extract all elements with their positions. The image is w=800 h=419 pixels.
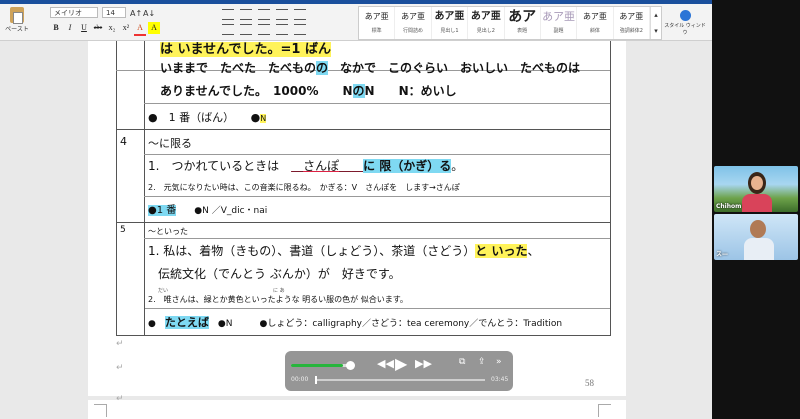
- style-subtitle[interactable]: あア亜 副題: [541, 7, 578, 39]
- avatar-body: [744, 238, 774, 260]
- styles-scroll-arrow[interactable]: ▴ ▾: [650, 7, 661, 39]
- font-color-button[interactable]: A: [134, 22, 146, 36]
- example-sentence: 伝統文化（でんとう ぶんか）が 好きです。: [158, 267, 401, 281]
- grammar-title: ～に限る: [148, 137, 192, 150]
- decrease-indent-icon[interactable]: [276, 9, 288, 20]
- table-border: [144, 103, 610, 104]
- grammar-title: ～といった: [148, 227, 188, 236]
- participant-name: Chihom: [716, 203, 742, 210]
- style-heading1[interactable]: あア亜 見出し1: [432, 7, 469, 39]
- avatar: [750, 220, 766, 238]
- paragraph-mark: ↵: [116, 339, 124, 349]
- paragraph-mark: ↵: [116, 363, 124, 373]
- align-right-icon[interactable]: [258, 24, 270, 35]
- subscript-button[interactable]: x₂: [106, 22, 118, 34]
- ribbon-toolbar: ペースト メイリオ 14 A↑ A↓ B I U abc x₂ x² A A あ…: [0, 4, 712, 41]
- next-page: ↵: [88, 394, 626, 419]
- participant-video[interactable]: Chihom: [714, 166, 798, 212]
- paste-button[interactable]: ペースト: [4, 6, 30, 38]
- table-border: [144, 154, 610, 155]
- ruby-annotation: だい に あ: [158, 288, 285, 294]
- table-border: [144, 308, 610, 309]
- table-border: [610, 284, 611, 336]
- superscript-button[interactable]: x²: [120, 22, 132, 34]
- paragraph-controls: [222, 7, 332, 37]
- usage-bullet: ● たとえば ●N ●しょどう：calligraphy／さどう：tea cere…: [148, 316, 563, 329]
- elapsed-time: 00:00: [291, 376, 309, 383]
- row-number: 5: [120, 225, 126, 235]
- font-name-select[interactable]: メイリオ: [50, 7, 98, 18]
- style-title[interactable]: あア 表題: [505, 7, 541, 39]
- play-icon[interactable]: ▶: [395, 354, 407, 373]
- table-border: [144, 238, 610, 239]
- style-normal[interactable]: あア亜 標準: [359, 7, 396, 39]
- seek-head[interactable]: [315, 376, 317, 384]
- participant-video[interactable]: ス—: [714, 214, 798, 260]
- volume-slider-handle[interactable]: [346, 361, 355, 370]
- example-sentence: 1. つかれているときは ＿さんぽ＿＿に 限（かぎ）る。: [148, 159, 464, 173]
- align-center-icon[interactable]: [240, 24, 252, 35]
- avatar-body: [742, 194, 772, 212]
- total-time: 03:45: [491, 376, 509, 383]
- table-border: [116, 335, 610, 336]
- styles-gallery: あア亜 標準 あア亜 行間詰め あア亜 見出し1 あア亜 見出し2 あア 表題 あア亜 副題…: [358, 6, 662, 40]
- style-intense-emphasis[interactable]: あア亜 強調斜体2: [614, 7, 650, 39]
- seek-bar[interactable]: [315, 379, 485, 381]
- share-icon[interactable]: ⇪: [478, 357, 486, 367]
- italic-button[interactable]: I: [64, 22, 76, 34]
- numbered-list-icon[interactable]: [240, 9, 252, 20]
- table-border: [144, 284, 145, 336]
- more-icon[interactable]: »: [496, 357, 502, 367]
- table-border: [116, 222, 610, 223]
- example-sentence: 2. 元気になりたい時は、この音楽に限るね。 かぎる：V さんぽを します→さん…: [148, 183, 460, 192]
- usage-bullet: ●1 番 ●N ／V_dic・nai: [148, 205, 268, 216]
- align-left-icon[interactable]: [222, 24, 234, 35]
- table-border: [610, 41, 611, 284]
- example-sentence: 2. 唯さんは、緑とか黄色といったような 明るい服の色が 似合います。: [148, 295, 408, 304]
- volume-level: [291, 364, 344, 367]
- table-border: [144, 41, 145, 284]
- highlight-color-button[interactable]: A: [148, 22, 160, 34]
- sentence-line: ありませんでした。 1000% NのN N：めいし: [160, 84, 457, 98]
- table-border: [144, 196, 610, 197]
- margin-corner: [94, 404, 107, 417]
- table-border: [116, 41, 117, 284]
- row-number: 4: [120, 135, 127, 148]
- bold-button[interactable]: B: [50, 22, 62, 34]
- document-page[interactable]: は いませんでした。=1 ばん いままで たべた たべものの なかで このぐらい…: [88, 41, 626, 396]
- style-emphasis[interactable]: あア亜 斜体: [577, 7, 614, 39]
- justify-icon[interactable]: [276, 24, 288, 35]
- font-shrink-button[interactable]: A↓: [143, 8, 155, 19]
- media-player: ◀◀ ▶ ▶▶ ⧉ ⇪ » 00:00 03:45: [285, 351, 513, 391]
- clipboard-icon: [10, 7, 24, 24]
- style-window-button[interactable]: スタイル ウィンドウ: [664, 8, 706, 36]
- paragraph-mark: ↵: [116, 394, 124, 404]
- sentence-line: は いませんでした。=1 ばん: [160, 42, 331, 57]
- margin-corner: [598, 404, 611, 417]
- style-window-icon: [679, 10, 691, 21]
- strikethrough-button[interactable]: abc: [92, 22, 104, 34]
- line-spacing-icon[interactable]: [294, 24, 306, 35]
- participant-name: ス—: [716, 251, 729, 258]
- font-size-select[interactable]: 14: [102, 7, 126, 18]
- page-number: 58: [585, 378, 594, 388]
- style-no-spacing[interactable]: あア亜 行間詰め: [395, 7, 432, 39]
- bullet-list-icon[interactable]: [222, 9, 234, 20]
- table-border: [116, 284, 117, 336]
- fast-forward-icon[interactable]: ▶▶: [415, 357, 432, 370]
- increase-indent-icon[interactable]: [294, 9, 306, 20]
- table-border: [116, 129, 610, 130]
- rewind-icon[interactable]: ◀◀: [377, 357, 394, 370]
- example-sentence: 1. 私は、着物（きもの）、書道（しょどう）、茶道（さどう）と いった、: [148, 244, 540, 258]
- paste-label: ペースト: [5, 26, 29, 33]
- avatar-face: [751, 176, 763, 190]
- underline-button[interactable]: U: [78, 22, 90, 34]
- usage-bullet: ● 1 番（ばん） ●N: [148, 111, 267, 124]
- style-heading2[interactable]: あア亜 見出し2: [468, 7, 505, 39]
- font-grow-button[interactable]: A↑: [130, 8, 142, 19]
- multilevel-list-icon[interactable]: [258, 9, 270, 20]
- picture-in-picture-icon[interactable]: ⧉: [459, 357, 465, 367]
- sentence-line: いままで たべた たべものの なかで このぐらい おいしい たべものは: [160, 61, 581, 75]
